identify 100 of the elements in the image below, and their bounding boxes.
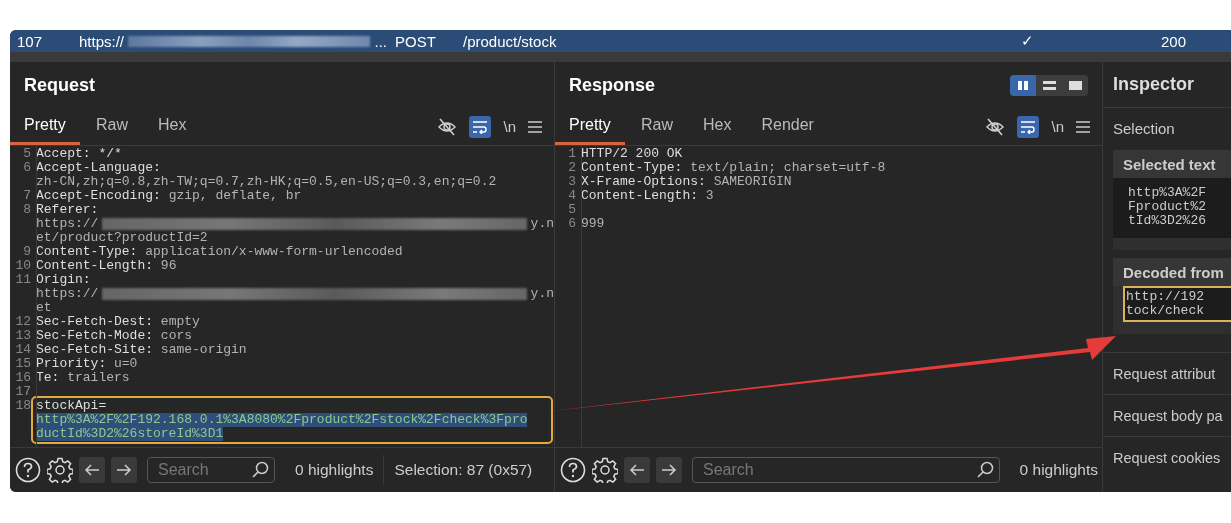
line-number: 16 bbox=[14, 371, 32, 385]
panel-title: Request bbox=[24, 74, 95, 96]
line-number: 13 bbox=[14, 329, 32, 343]
code-text: Accept: */* bbox=[36, 147, 123, 161]
url-ellipsis: ... bbox=[374, 32, 387, 50]
tab[interactable]: Raw bbox=[82, 108, 142, 145]
line-number: 15 bbox=[14, 357, 32, 371]
code-text: Fproduct%2 bbox=[1128, 200, 1207, 214]
single-layout-icon bbox=[1068, 79, 1082, 91]
code-text: Referer: bbox=[36, 203, 100, 217]
code-text: Sec-Fetch-Dest: empty bbox=[36, 315, 201, 329]
line-number: 5 bbox=[567, 203, 577, 217]
path-text: /product/stock bbox=[463, 32, 558, 50]
code-text: et/product?productId=2 bbox=[36, 231, 209, 245]
wrap-icon bbox=[1020, 119, 1037, 134]
settings-icon[interactable] bbox=[47, 457, 73, 483]
code-text: Sec-Fetch-Mode: cors bbox=[36, 329, 194, 343]
code-text: Content-Type: text/plain; charset=utf-8 bbox=[581, 161, 887, 175]
hide-icon[interactable] bbox=[985, 117, 1006, 136]
check-mark: ✓ bbox=[1021, 32, 1035, 50]
line-number: 3 bbox=[567, 175, 577, 189]
line-number: 2 bbox=[567, 161, 577, 175]
line-number: 7 bbox=[22, 189, 32, 203]
search-icon bbox=[975, 461, 994, 479]
line-number: 14 bbox=[14, 343, 32, 357]
code-text: Origin: bbox=[36, 273, 92, 287]
tab[interactable]: Hex bbox=[689, 108, 746, 145]
code-text: Content-Length: 3 bbox=[581, 189, 715, 203]
arrow-right-icon bbox=[661, 463, 677, 477]
inspector-section[interactable]: Request body pa bbox=[1103, 394, 1231, 436]
code-text: stockApi= bbox=[36, 399, 108, 413]
rows-layout-icon bbox=[1042, 79, 1056, 91]
line-number: 11 bbox=[14, 273, 32, 289]
line-number: 4 bbox=[567, 189, 577, 203]
menu-icon[interactable] bbox=[528, 120, 542, 133]
search-icon bbox=[251, 461, 269, 479]
newline-toggle[interactable]: \n bbox=[1051, 118, 1064, 135]
code-text: et bbox=[36, 301, 53, 315]
code-text: X-Frame-Options: SAMEORIGIN bbox=[581, 175, 793, 189]
code-text: y.n bbox=[530, 217, 554, 231]
highlights-count: 0 highlights bbox=[295, 461, 374, 479]
code-text: http://192 bbox=[1126, 290, 1205, 304]
wrap-toggle[interactable] bbox=[469, 115, 492, 138]
arrow-right-icon bbox=[116, 463, 132, 477]
wrap-toggle[interactable] bbox=[1017, 115, 1040, 138]
line-number: 6 bbox=[22, 161, 32, 177]
layout-toggle[interactable] bbox=[1010, 74, 1036, 96]
code-text: Priority: u=0 bbox=[36, 357, 139, 371]
arrow-left-icon bbox=[629, 463, 645, 477]
back-button[interactable] bbox=[624, 457, 650, 483]
highlights-count: 0 highlights bbox=[1019, 461, 1098, 479]
code-text: http%3A%2F bbox=[1128, 186, 1207, 200]
search-field[interactable]: Search bbox=[147, 457, 275, 483]
code-text: ductId%3D2%26storeId%3D1 bbox=[36, 427, 225, 441]
forward-button[interactable] bbox=[656, 457, 682, 483]
line-number: 12 bbox=[14, 315, 32, 329]
line-number: 1 bbox=[567, 147, 577, 161]
panel-title: Inspector bbox=[1103, 62, 1231, 108]
wrap-icon bbox=[472, 119, 489, 134]
settings-icon[interactable] bbox=[592, 457, 618, 483]
code-text: tock/check bbox=[1126, 304, 1205, 318]
code-text: Accept-Language: bbox=[36, 161, 162, 175]
back-button[interactable] bbox=[79, 457, 105, 483]
code-text: y.n bbox=[530, 287, 554, 301]
code-text: http%3A%2F%2F192.168.0.1%3A8080%2Fproduct%2Fstock%2Fcheck%3Fpro bbox=[36, 413, 529, 427]
line-number: 6 bbox=[567, 217, 577, 231]
line-number: 17 bbox=[14, 385, 32, 399]
card-title: Selected text bbox=[1113, 150, 1231, 178]
line-number: 18 bbox=[14, 399, 32, 415]
help-icon[interactable] bbox=[560, 457, 586, 483]
tab[interactable]: Hex bbox=[144, 108, 201, 145]
search-field[interactable]: Search bbox=[692, 457, 1000, 483]
line-number: 5 bbox=[22, 147, 32, 161]
code-text: Sec-Fetch-Site: same-origin bbox=[36, 343, 248, 357]
line-number: 9 bbox=[22, 245, 32, 259]
newline-toggle[interactable]: \n bbox=[503, 118, 516, 135]
method-text: POST bbox=[395, 32, 437, 50]
code-text: zh-CN,zh;q=0.8,zh-TW;q=0.7,zh-HK;q=0.5,en-US;q=0.3,en;q=0.2 bbox=[36, 175, 498, 189]
menu-icon[interactable] bbox=[1076, 120, 1090, 133]
section-label: Selection bbox=[1112, 118, 1176, 139]
hide-icon[interactable] bbox=[437, 117, 458, 136]
code-text: Content-Type: application/x-www-form-urlencoded bbox=[36, 245, 404, 259]
forward-button[interactable] bbox=[111, 457, 137, 483]
tab[interactable]: Raw bbox=[627, 108, 687, 145]
inspector-section[interactable]: Request cookies bbox=[1103, 436, 1231, 478]
code-text: https:// bbox=[36, 287, 99, 301]
card-title: Decoded from bbox=[1113, 258, 1231, 286]
code-text: Te: trailers bbox=[36, 371, 131, 385]
line-number: 10 bbox=[14, 259, 32, 273]
tab[interactable]: Pretty bbox=[555, 108, 625, 145]
tab[interactable]: Pretty bbox=[10, 108, 80, 145]
help-icon[interactable] bbox=[15, 457, 41, 483]
code-text: Accept-Encoding: gzip, deflate, br bbox=[36, 189, 303, 203]
inspector-section[interactable]: Request attribut bbox=[1103, 352, 1231, 394]
tab[interactable]: Render bbox=[747, 108, 828, 145]
code-text: https:// bbox=[36, 217, 99, 231]
code-text: HTTP/2 200 OK bbox=[581, 147, 684, 161]
arrow-left-icon bbox=[84, 463, 100, 477]
request-number: 107 bbox=[17, 32, 44, 50]
line-number: 8 bbox=[22, 203, 32, 219]
